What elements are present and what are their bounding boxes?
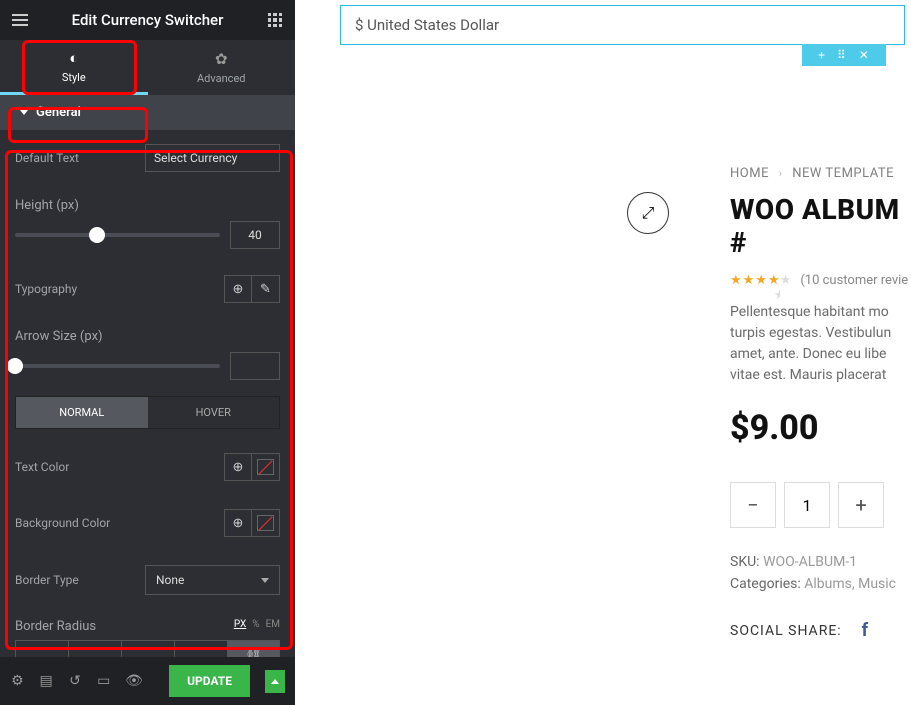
star-icons: ★★★★★★ — [730, 273, 792, 288]
sku-value: WOO-ALBUM-1 — [763, 554, 857, 570]
grip-icon[interactable]: ⠿ — [837, 48, 847, 62]
settings-icon[interactable]: ⚙ — [10, 673, 25, 689]
half-circle-icon: ◐ — [69, 49, 78, 67]
update-options[interactable] — [265, 670, 285, 693]
state-hover[interactable]: HOVER — [148, 397, 280, 428]
row-border-radius: Border Radius PX % EM — [0, 609, 295, 640]
row-bg-color: Background Color ⊕ — [0, 495, 295, 551]
chevron-right-icon: › — [779, 167, 783, 180]
history-icon[interactable]: ↺ — [68, 673, 83, 689]
menu-icon[interactable] — [10, 10, 30, 30]
caret-down-icon — [20, 110, 28, 115]
categories-value[interactable]: Albums, Music — [804, 576, 896, 592]
product-price: $9.00 — [730, 408, 911, 448]
currency-switcher[interactable]: $ United States Dollar — [340, 5, 905, 45]
globe-icon[interactable]: ⊕ — [224, 453, 252, 481]
elementor-panel: Edit Currency Switcher ◐ Style ✿ Advance… — [0, 0, 295, 705]
border-type-value: None — [156, 573, 184, 587]
categories-label: Categories: — [730, 576, 801, 592]
border-type-label: Border Type — [15, 573, 79, 587]
height-value[interactable]: 40 — [230, 221, 280, 249]
arrow-size-slider[interactable] — [15, 364, 220, 368]
radius-bottom[interactable] — [122, 640, 175, 657]
tab-advanced[interactable]: ✿ Advanced — [148, 40, 296, 95]
product-description: Pellentesque habitant mo turpis egestas.… — [730, 302, 910, 386]
units: PX % EM — [234, 619, 280, 634]
apps-icon[interactable] — [265, 10, 285, 30]
unit-em[interactable]: EM — [266, 619, 280, 634]
panel-tabs: ◐ Style ✿ Advanced — [0, 40, 295, 95]
height-slider[interactable] — [15, 233, 220, 237]
responsive-icon[interactable]: ▭ — [96, 673, 111, 689]
row-height: Height (px) — [0, 186, 295, 219]
qty-minus[interactable]: − — [730, 482, 776, 528]
facebook-icon[interactable]: f — [862, 620, 868, 641]
bg-color-swatch[interactable] — [252, 509, 280, 537]
radius-left[interactable] — [175, 640, 228, 657]
default-text-label: Default Text — [15, 151, 79, 165]
border-radius-label: Border Radius — [15, 619, 96, 634]
social-share: SOCIAL SHARE: f — [730, 620, 911, 641]
link-values-icon[interactable]: ⛓ — [228, 640, 280, 657]
section-general[interactable]: General — [0, 95, 295, 130]
update-button[interactable]: UPDATE — [169, 665, 250, 697]
row-default-text: Default Text — [0, 130, 295, 186]
preview-pane: $ United States Dollar + ⠿ ✕ ⤢ HOME › NE… — [295, 0, 911, 705]
height-slider-row: 40 — [0, 219, 295, 261]
globe-icon[interactable]: ⊕ — [224, 509, 252, 537]
unit-px[interactable]: PX — [234, 619, 246, 634]
row-arrow-size: Arrow Size (px) — [0, 317, 295, 350]
globe-icon[interactable]: ⊕ — [224, 275, 252, 303]
state-tabs: NORMAL HOVER — [15, 396, 280, 429]
chevron-down-icon — [261, 578, 269, 583]
row-border-type: Border Type None — [0, 551, 295, 609]
controls-scroll: Default Text Height (px) 40 Typography ⊕… — [0, 130, 295, 657]
height-label: Height (px) — [15, 198, 79, 213]
text-color-swatch[interactable] — [252, 453, 280, 481]
add-icon[interactable]: + — [818, 48, 825, 62]
panel-header: Edit Currency Switcher — [0, 0, 295, 40]
qty-value[interactable]: 1 — [784, 482, 830, 528]
radius-top[interactable] — [15, 640, 69, 657]
preview-icon[interactable]: 👁 — [125, 673, 141, 689]
border-radius-inputs: ⛓ — [0, 640, 295, 657]
widget-handle: + ⠿ ✕ — [802, 44, 886, 66]
panel-footer: ⚙ ▤ ↺ ▭ 👁 UPDATE — [0, 657, 295, 705]
close-icon[interactable]: ✕ — [859, 48, 869, 62]
currency-selected: $ United States Dollar — [355, 16, 499, 34]
rating-row: ★★★★★★ (10 customer revie — [730, 273, 911, 288]
qty-plus[interactable]: + — [838, 482, 884, 528]
arrow-size-label: Arrow Size (px) — [15, 329, 103, 344]
crumb-home[interactable]: HOME — [730, 166, 769, 181]
state-normal[interactable]: NORMAL — [16, 397, 148, 428]
product-meta: SKU: WOO-ALBUM-1 Categories: Albums, Mus… — [730, 554, 911, 592]
crumb-current[interactable]: NEW TEMPLATE — [792, 166, 894, 181]
sku-label: SKU: — [730, 554, 760, 570]
tab-style[interactable]: ◐ Style — [0, 40, 148, 95]
section-general-label: General — [36, 105, 81, 120]
product-title: WOO ALBUM # — [730, 193, 911, 259]
row-text-color: Text Color ⊕ — [0, 439, 295, 495]
arrow-size-value[interactable] — [230, 352, 280, 380]
border-type-select[interactable]: None — [145, 565, 280, 595]
zoom-icon[interactable]: ⤢ — [627, 192, 669, 234]
text-color-label: Text Color — [15, 460, 69, 474]
unit-pct[interactable]: % — [252, 619, 259, 634]
pencil-icon[interactable]: ✎ — [252, 275, 280, 303]
arrow-size-slider-row — [0, 350, 295, 392]
breadcrumbs: HOME › NEW TEMPLATE — [730, 166, 911, 181]
reviews-count[interactable]: (10 customer revie — [800, 273, 908, 288]
panel-title: Edit Currency Switcher — [72, 11, 224, 29]
typography-label: Typography — [15, 282, 77, 296]
bg-color-label: Background Color — [15, 516, 110, 530]
tab-style-label: Style — [62, 71, 86, 84]
social-label: SOCIAL SHARE: — [730, 623, 842, 639]
quantity-row: − 1 + — [730, 482, 911, 528]
radius-right[interactable] — [69, 640, 122, 657]
navigator-icon[interactable]: ▤ — [39, 673, 54, 689]
gear-icon: ✿ — [215, 50, 228, 68]
tab-advanced-label: Advanced — [197, 72, 245, 85]
default-text-input[interactable] — [145, 144, 280, 172]
row-typography: Typography ⊕ ✎ — [0, 261, 295, 317]
